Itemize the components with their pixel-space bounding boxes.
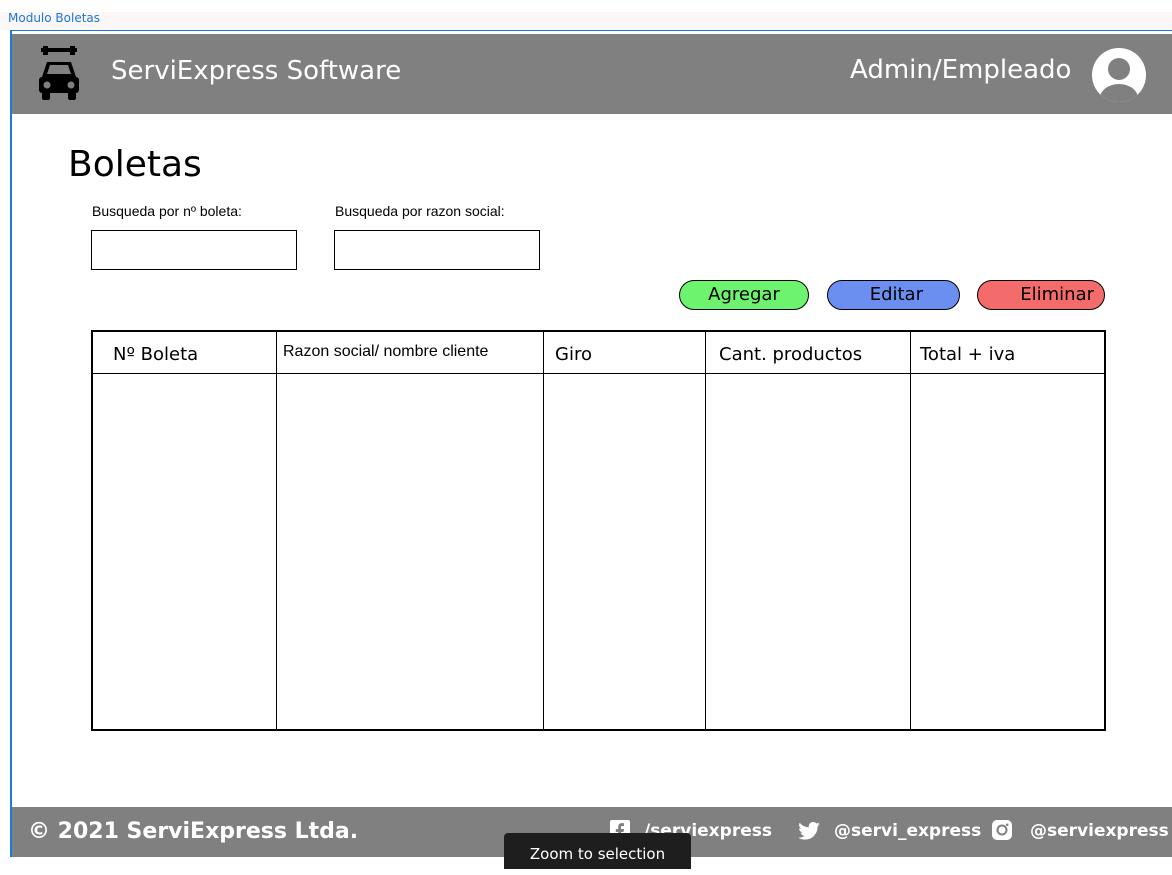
user-avatar-icon[interactable] — [1092, 48, 1146, 102]
column-divider — [276, 332, 277, 729]
user-silhouette-icon — [1100, 58, 1138, 102]
page-title: Boletas — [68, 144, 202, 185]
search-razon-label: Busqueda por razon social: — [335, 203, 505, 219]
column-divider — [705, 332, 706, 729]
column-divider — [910, 332, 911, 729]
column-header-cantidad[interactable]: Cant. productos — [719, 344, 862, 365]
frame-label[interactable]: Modulo Boletas — [8, 12, 100, 24]
column-divider — [543, 332, 544, 729]
delete-button[interactable]: Eliminar — [977, 280, 1105, 310]
column-header-razon[interactable]: Razon social/ nombre cliente — [283, 343, 488, 361]
column-header-boleta[interactable]: Nº Boleta — [113, 344, 198, 365]
boletas-table: Nº Boleta Razon social/ nombre cliente G… — [91, 330, 1106, 731]
zoom-to-selection-tooltip[interactable]: Zoom to selection — [504, 833, 691, 869]
car-icon — [39, 46, 79, 100]
search-boleta-label: Busqueda por nº boleta: — [92, 203, 242, 219]
column-header-giro[interactable]: Giro — [555, 344, 592, 365]
app-header: ServiExpress Software Admin/Empleado — [12, 34, 1172, 114]
artboard: ServiExpress Software Admin/Empleado Bol… — [10, 30, 1172, 857]
copyright-text: © 2021 ServiExpress Ltda. — [28, 819, 359, 844]
twitter-icon[interactable] — [798, 822, 820, 840]
search-boleta-input[interactable] — [91, 230, 297, 270]
instagram-icon[interactable] — [992, 820, 1012, 840]
canvas-top-strip — [0, 0, 1172, 12]
user-role: Admin/Empleado — [850, 55, 1072, 85]
add-button[interactable]: Agregar — [679, 280, 809, 310]
search-razon-input[interactable] — [334, 230, 540, 270]
app-title: ServiExpress Software — [111, 56, 402, 86]
table-header-divider — [93, 373, 1104, 374]
column-header-total[interactable]: Total + iva — [920, 344, 1015, 365]
edit-button[interactable]: Editar — [827, 280, 960, 310]
instagram-handle[interactable]: @serviexpress — [1030, 821, 1169, 841]
twitter-handle[interactable]: @servi_express — [834, 821, 981, 841]
